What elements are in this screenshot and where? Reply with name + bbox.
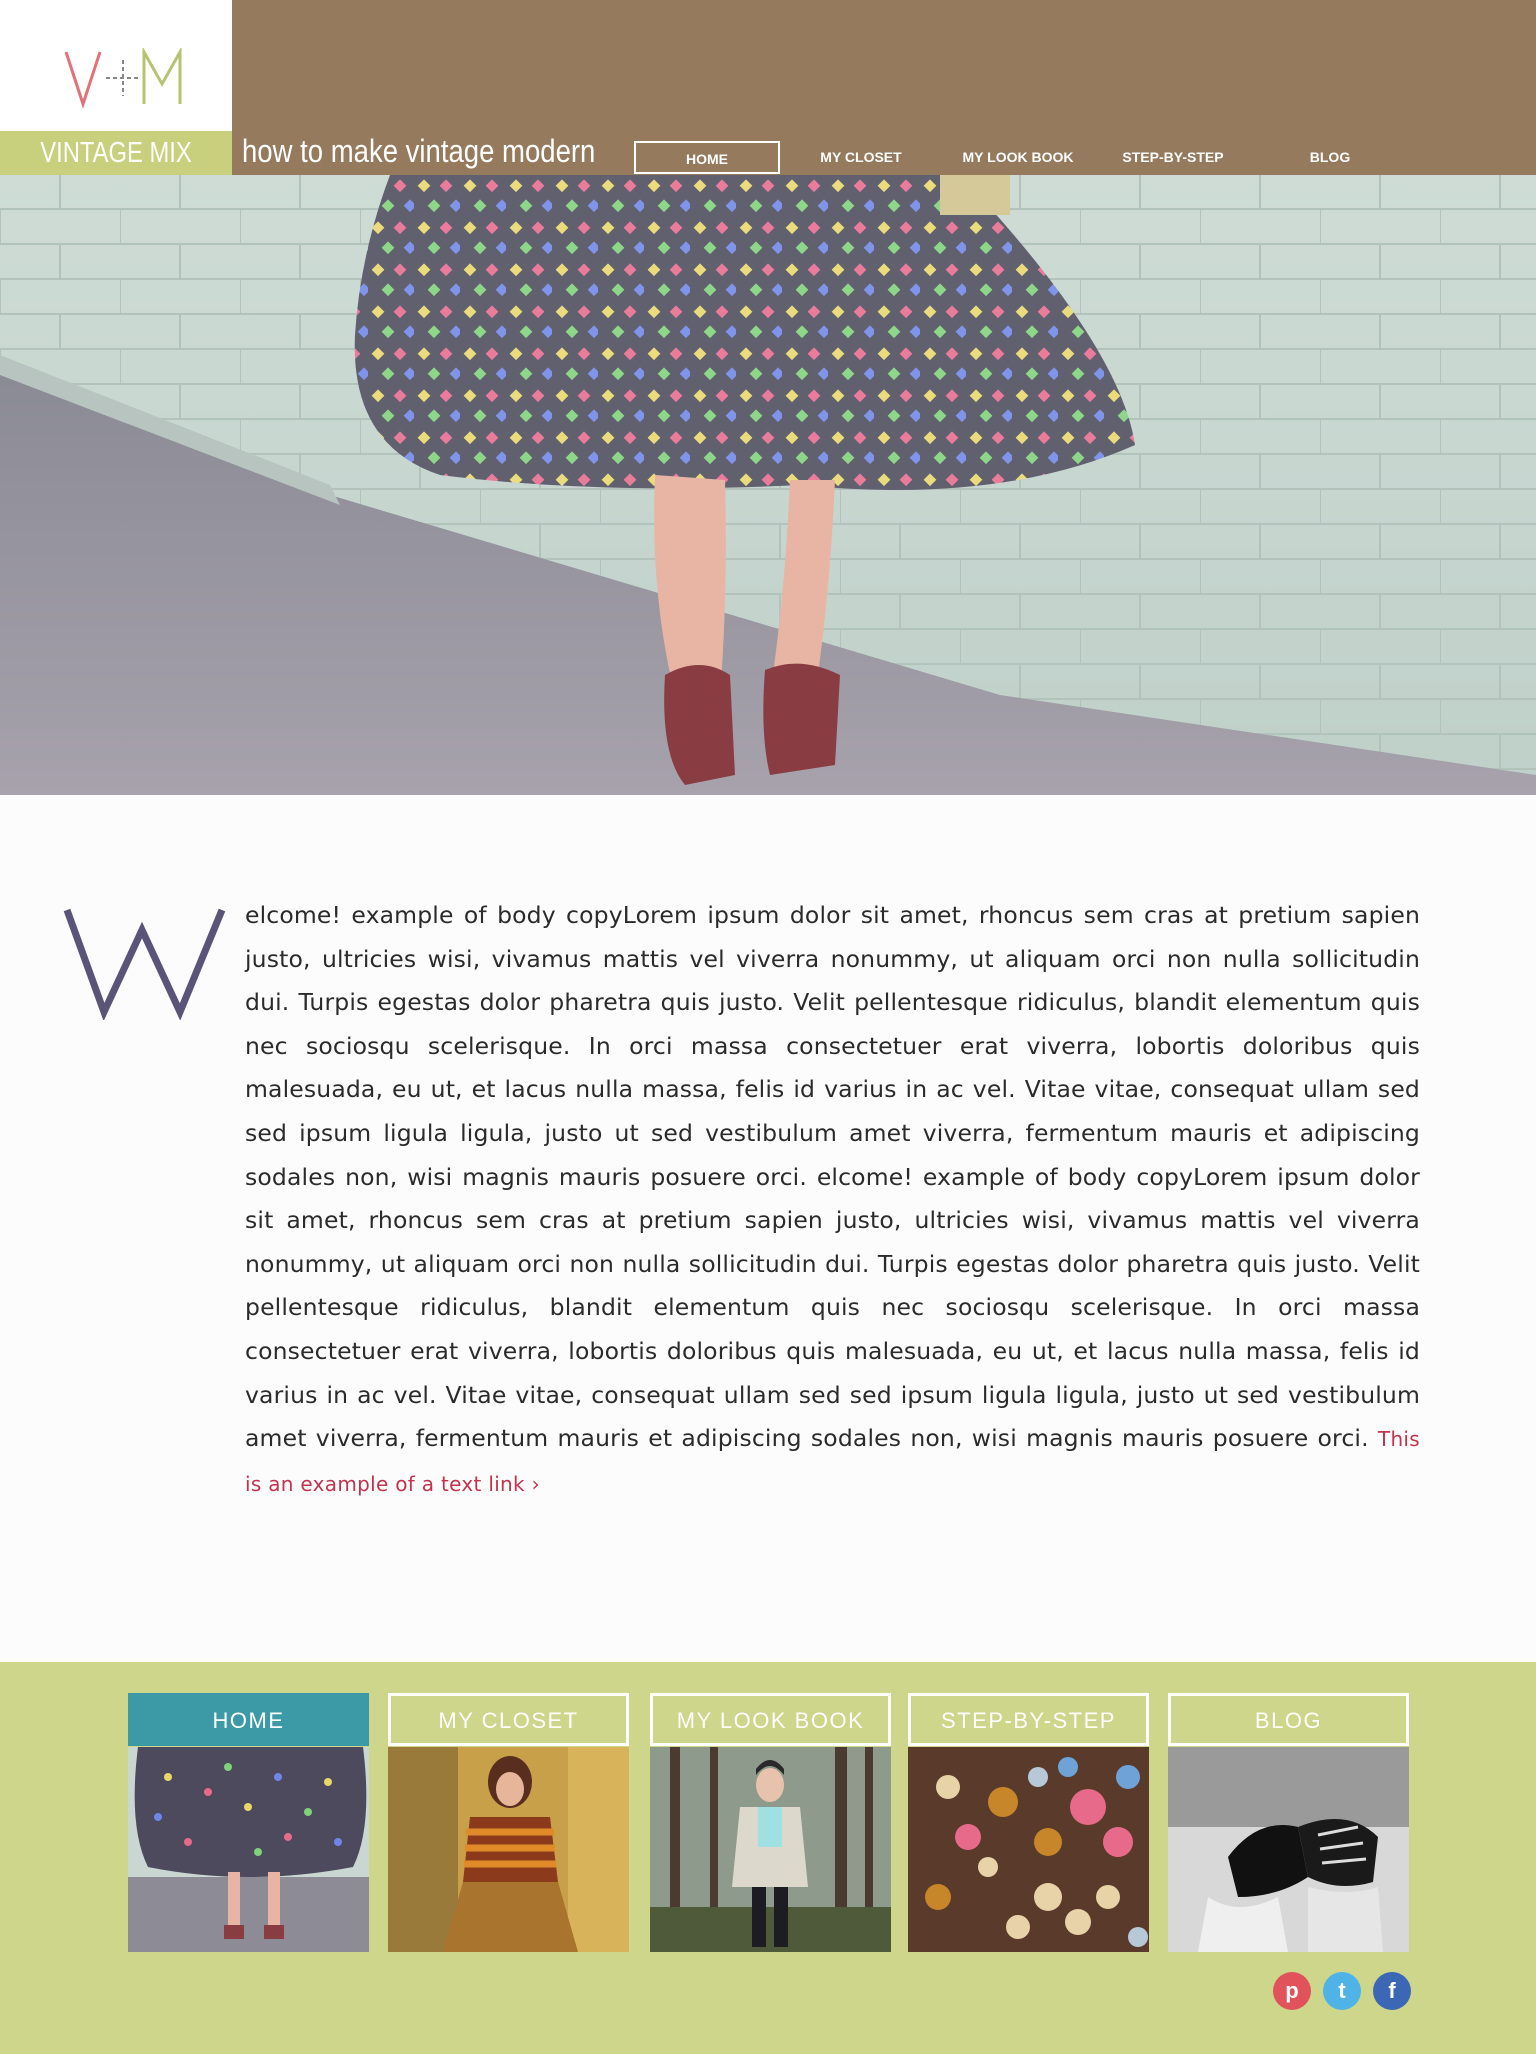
twitter-icon[interactable]: t — [1323, 1972, 1361, 2010]
footer-tile-label: STEP-BY-STEP — [908, 1693, 1149, 1746]
chevron-right-icon: › — [531, 1471, 540, 1496]
footer-tile-image — [1168, 1747, 1409, 1952]
footer-tile-image — [388, 1747, 629, 1952]
logo-mark-icon — [64, 48, 182, 109]
footer-tile-label: HOME — [128, 1693, 369, 1746]
footer-tile-blog[interactable]: BLOG — [1168, 1693, 1409, 1952]
article-body: elcome! example of body copyLorem ipsum … — [245, 894, 1420, 1506]
pinterest-icon[interactable]: p — [1273, 1972, 1311, 2010]
nav-my-closet[interactable]: MY CLOSET — [800, 141, 922, 174]
footer-tile-label: BLOG — [1168, 1693, 1409, 1746]
footer-tile-my-closet[interactable]: MY CLOSET — [388, 1693, 629, 1952]
article-text: elcome! example of body copyLorem ipsum … — [245, 901, 1420, 1453]
brand-name: VINTAGE MIX — [40, 137, 192, 169]
drop-cap-w — [63, 908, 226, 1020]
nav-blog[interactable]: BLOG — [1290, 141, 1370, 174]
nav-home[interactable]: HOME — [634, 141, 780, 174]
tagline: how to make vintage modern — [242, 133, 596, 169]
footer-tile-my-look-book[interactable]: MY LOOK BOOK — [650, 1693, 891, 1952]
footer-tile-step-by-step[interactable]: STEP-BY-STEP — [908, 1693, 1149, 1952]
footer-tile-image — [128, 1747, 369, 1952]
footer-tile-home[interactable]: HOME — [128, 1693, 369, 1952]
logo[interactable] — [0, 0, 232, 131]
footer-tile-image — [908, 1747, 1149, 1952]
nav-step-by-step[interactable]: STEP-BY-STEP — [1108, 141, 1238, 174]
hero-image — [0, 175, 1536, 795]
facebook-icon[interactable]: f — [1373, 1972, 1411, 2010]
footer-tile-image — [650, 1747, 891, 1952]
footer-tile-label: MY CLOSET — [388, 1693, 629, 1746]
footer-tile-label: MY LOOK BOOK — [650, 1693, 891, 1746]
nav-my-look-book[interactable]: MY LOOK BOOK — [948, 141, 1088, 174]
